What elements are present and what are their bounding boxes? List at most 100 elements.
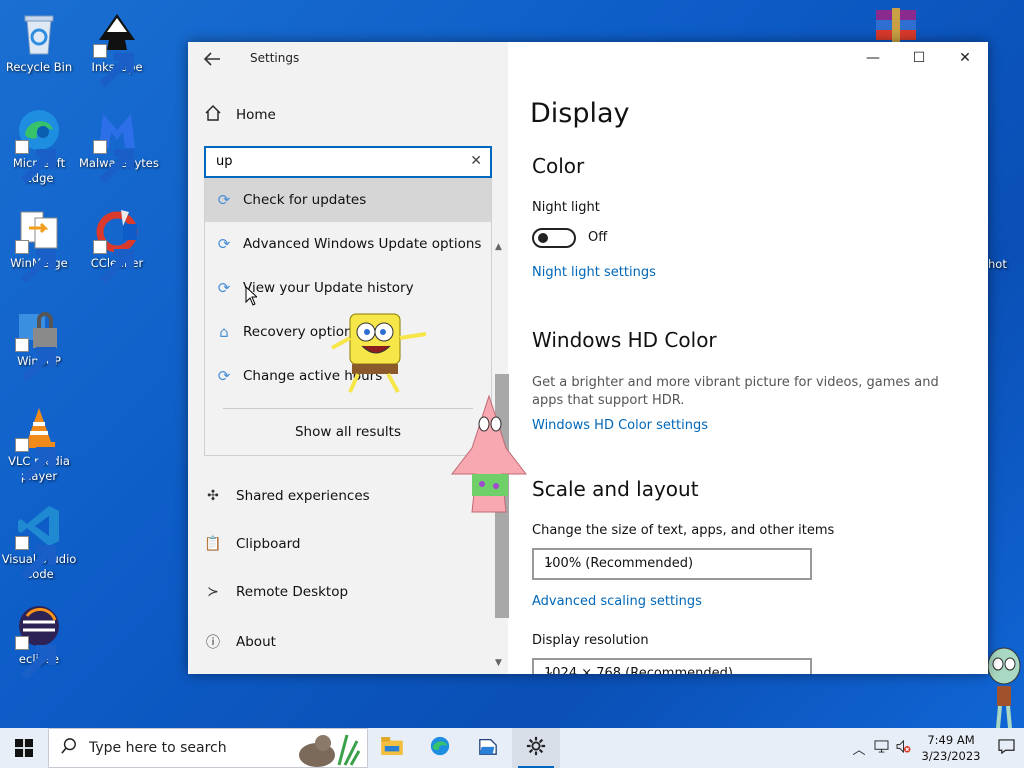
suggestion-item[interactable]: ⟳ Check for updates (205, 178, 491, 222)
desktop-icon-ccleaner[interactable]: CCleaner (79, 206, 155, 284)
section-heading-hd-color: Windows HD Color (532, 328, 717, 352)
desktop-icon-vscode[interactable]: Visual Studio Code (1, 502, 77, 582)
dropdown-separator (223, 408, 473, 409)
settings-icon (526, 736, 546, 760)
desktop-icon-recycle-bin[interactable]: Recycle Bin (1, 10, 77, 75)
nav-item-remote-desktop[interactable]: ≻ Remote Desktop (204, 584, 348, 600)
window-title: Settings (250, 51, 300, 65)
shared-experiences-icon: ✣ (207, 488, 219, 504)
shortcut-arrow-icon (93, 44, 134, 88)
back-arrow-icon[interactable] (202, 50, 222, 68)
start-button[interactable] (0, 728, 48, 768)
winscp-icon (15, 304, 63, 382)
system-tray: ︿ 7:49 AM 3/23/2023 (848, 728, 1024, 768)
clipboard-icon: 📋 (204, 536, 222, 552)
night-light-settings-link[interactable]: Night light settings (532, 265, 656, 280)
vlc-icon (15, 404, 63, 482)
taskbar-folder-doc[interactable] (464, 728, 512, 768)
desktop-icon-label: Recycle Bin (5, 60, 73, 74)
desktop-icon-malwarebytes[interactable]: Malwarebytes (79, 106, 159, 184)
ccleaner-icon (93, 206, 141, 284)
nav-item-label: About (236, 634, 276, 650)
suggestion-label: Check for updates (243, 192, 367, 208)
spongebob-sticker (326, 308, 430, 394)
network-icon[interactable] (870, 739, 892, 757)
shortcut-arrow-icon (93, 240, 134, 284)
show-all-results-button[interactable]: Show all results (205, 424, 491, 440)
patrick-sticker (450, 394, 528, 516)
scroll-up-icon[interactable]: ▲ (495, 242, 502, 252)
settings-window: Settings Home ✕ ⟳ Check for updates ⟳ Ad… (188, 42, 988, 674)
inkscape-icon (93, 10, 141, 88)
refresh-icon: ⟳ (217, 367, 231, 385)
scroll-down-icon[interactable]: ▼ (495, 658, 502, 668)
malwarebytes-icon (93, 106, 141, 184)
desktop-icon-winscp[interactable]: WinSCP (1, 304, 77, 382)
file-explorer-icon (381, 737, 403, 759)
display-settings-content: Display Color Night light Off Night ligh… (508, 42, 988, 674)
clock-date: 3/23/2023 (921, 749, 981, 763)
desktop-icon-edge[interactable]: Microsoft Edge (1, 106, 77, 186)
search-highlight-illustration (293, 731, 363, 768)
volume-muted-icon[interactable] (892, 739, 914, 757)
scale-dropdown[interactable]: 100% (Recommended) ⌄ (532, 548, 812, 580)
refresh-icon: ⟳ (217, 191, 231, 209)
winrar-icon[interactable] (872, 8, 920, 42)
desktop-icon-winmerge[interactable]: WinMerge (1, 206, 77, 284)
clear-search-icon[interactable]: ✕ (470, 153, 482, 169)
info-icon: ⓘ (206, 635, 220, 651)
nav-item-label: Remote Desktop (236, 584, 349, 600)
refresh-icon: ⟳ (217, 235, 231, 253)
search-icon (61, 738, 77, 758)
advanced-scaling-link[interactable]: Advanced scaling settings (532, 594, 702, 609)
hd-color-settings-link[interactable]: Windows HD Color settings (532, 418, 708, 433)
windows-logo-icon (15, 739, 33, 757)
suggestion-label: View your Update history (243, 280, 414, 296)
desktop-icon-vlc[interactable]: VLC media player (1, 404, 77, 484)
shortcut-arrow-icon (93, 140, 134, 184)
mouse-cursor (245, 285, 259, 310)
resolution-dropdown[interactable]: 1024 × 768 (Recommended) ⌄ (532, 658, 812, 674)
nav-item-clipboard[interactable]: 📋 Clipboard (204, 536, 300, 552)
clock[interactable]: 7:49 AM 3/23/2023 (914, 732, 988, 764)
settings-search-box[interactable]: ✕ (204, 146, 492, 178)
desktop-partial-label: hot (988, 257, 1007, 271)
resolution-label: Display resolution (532, 633, 649, 648)
suggestion-item[interactable]: ⟳ Advanced Windows Update options (205, 222, 491, 266)
scale-label: Change the size of text, apps, and other… (532, 523, 835, 538)
chevron-down-icon: ⌄ (544, 554, 555, 569)
chevron-up-icon[interactable]: ︿ (848, 739, 870, 758)
nav-home[interactable]: Home (204, 104, 276, 126)
recycle-bin-icon (15, 10, 63, 58)
taskbar-search-box[interactable]: Type here to search (48, 728, 368, 768)
edge-icon (15, 106, 63, 184)
night-light-state: Off (588, 230, 608, 245)
desktop-icon-eclipse[interactable]: eclipse (1, 602, 77, 680)
nav-home-label: Home (236, 107, 276, 123)
section-heading-color: Color (532, 154, 585, 178)
desktop-icon-inkscape[interactable]: Inkscape (79, 10, 155, 88)
taskbar-edge[interactable] (416, 728, 464, 768)
edge-icon (429, 735, 451, 761)
refresh-icon: ⟳ (217, 279, 231, 297)
shortcut-arrow-icon (15, 338, 56, 382)
toggle-knob (538, 233, 548, 243)
taskbar-settings[interactable] (512, 728, 560, 768)
nav-item-shared-experiences[interactable]: ✣ Shared experiences (204, 488, 370, 504)
nav-item-about[interactable]: ⓘ About (204, 632, 276, 652)
folder-doc-icon (478, 736, 498, 760)
notification-icon[interactable] (988, 738, 1024, 758)
page-title: Display (530, 98, 630, 129)
home-icon (204, 104, 222, 126)
night-light-label: Night light (532, 200, 600, 215)
nav-item-label: Shared experiences (236, 488, 370, 504)
settings-search-input[interactable] (216, 154, 456, 169)
shortcut-arrow-icon (15, 240, 56, 284)
vscode-icon (15, 502, 63, 580)
night-light-toggle[interactable] (532, 228, 576, 248)
taskbar-search-placeholder: Type here to search (89, 740, 227, 756)
remote-desktop-icon: ≻ (207, 584, 219, 600)
taskbar-file-explorer[interactable] (368, 728, 416, 768)
eclipse-icon (15, 602, 63, 680)
recovery-icon: ⌂ (219, 323, 229, 341)
